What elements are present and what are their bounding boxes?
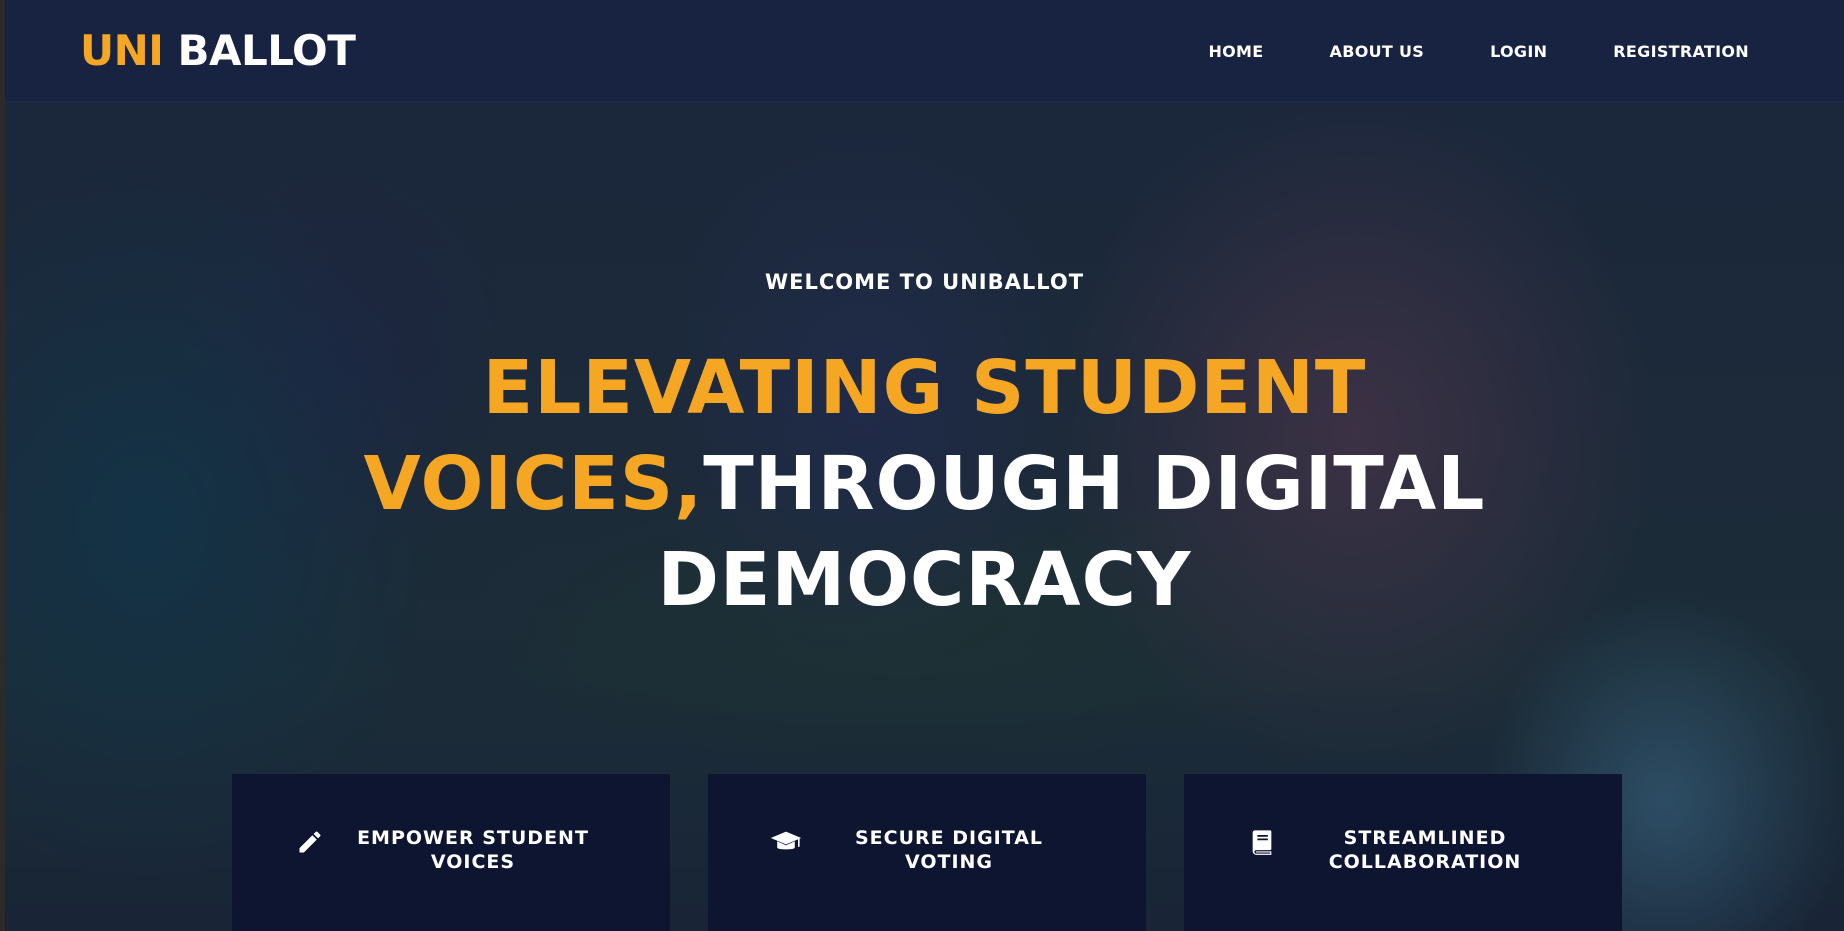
- hero-headline: ELEVATING STUDENT VOICES,THROUGH DIGITAL…: [5, 340, 1844, 628]
- book-icon: [1246, 826, 1278, 858]
- feature-cards: EMPOWER STUDENT VOICES SECURE DIGITAL VO…: [232, 774, 1622, 931]
- headline-rest-line2: THROUGH DIGITAL: [703, 441, 1486, 527]
- feature-card-title: SECURE DIGITAL VOTING: [854, 827, 1044, 873]
- nav-login-link[interactable]: LOGIN: [1490, 41, 1547, 63]
- pencil-icon: [294, 826, 326, 858]
- graduation-cap-icon: [770, 826, 802, 858]
- headline-rest-line3: DEMOCRACY: [657, 537, 1192, 623]
- navbar: UNI BALLOT HOME ABOUT US LOGIN REGISTRAT…: [5, 0, 1844, 102]
- feature-card-title: EMPOWER STUDENT VOICES: [357, 827, 589, 873]
- site-logo[interactable]: UNI BALLOT: [80, 25, 356, 77]
- feature-card-title: STREAMLINED COLLABORATION: [1328, 827, 1522, 873]
- logo-ballot: BALLOT: [177, 26, 356, 75]
- browser-viewport: UNI BALLOT HOME ABOUT US LOGIN REGISTRAT…: [5, 0, 1844, 931]
- headline-highlight-line2: VOICES,: [363, 441, 704, 527]
- hero-welcome-text: WELCOME TO UNIBALLOT: [764, 270, 1085, 294]
- nav-about-link[interactable]: ABOUT US: [1330, 41, 1425, 63]
- headline-highlight-line1: ELEVATING STUDENT: [482, 345, 1367, 431]
- feature-card-streamlined: STREAMLINED COLLABORATION: [1184, 774, 1622, 931]
- nav-home-link[interactable]: HOME: [1208, 41, 1263, 63]
- nav-registration-link[interactable]: REGISTRATION: [1613, 41, 1749, 63]
- feature-card-empower: EMPOWER STUDENT VOICES: [232, 774, 670, 931]
- logo-uni: UNI: [80, 26, 164, 75]
- feature-card-secure: SECURE DIGITAL VOTING: [708, 774, 1146, 931]
- hero-section: WELCOME TO UNIBALLOT ELEVATING STUDENT V…: [5, 102, 1844, 722]
- main-nav: HOME ABOUT US LOGIN REGISTRATION: [1208, 41, 1749, 63]
